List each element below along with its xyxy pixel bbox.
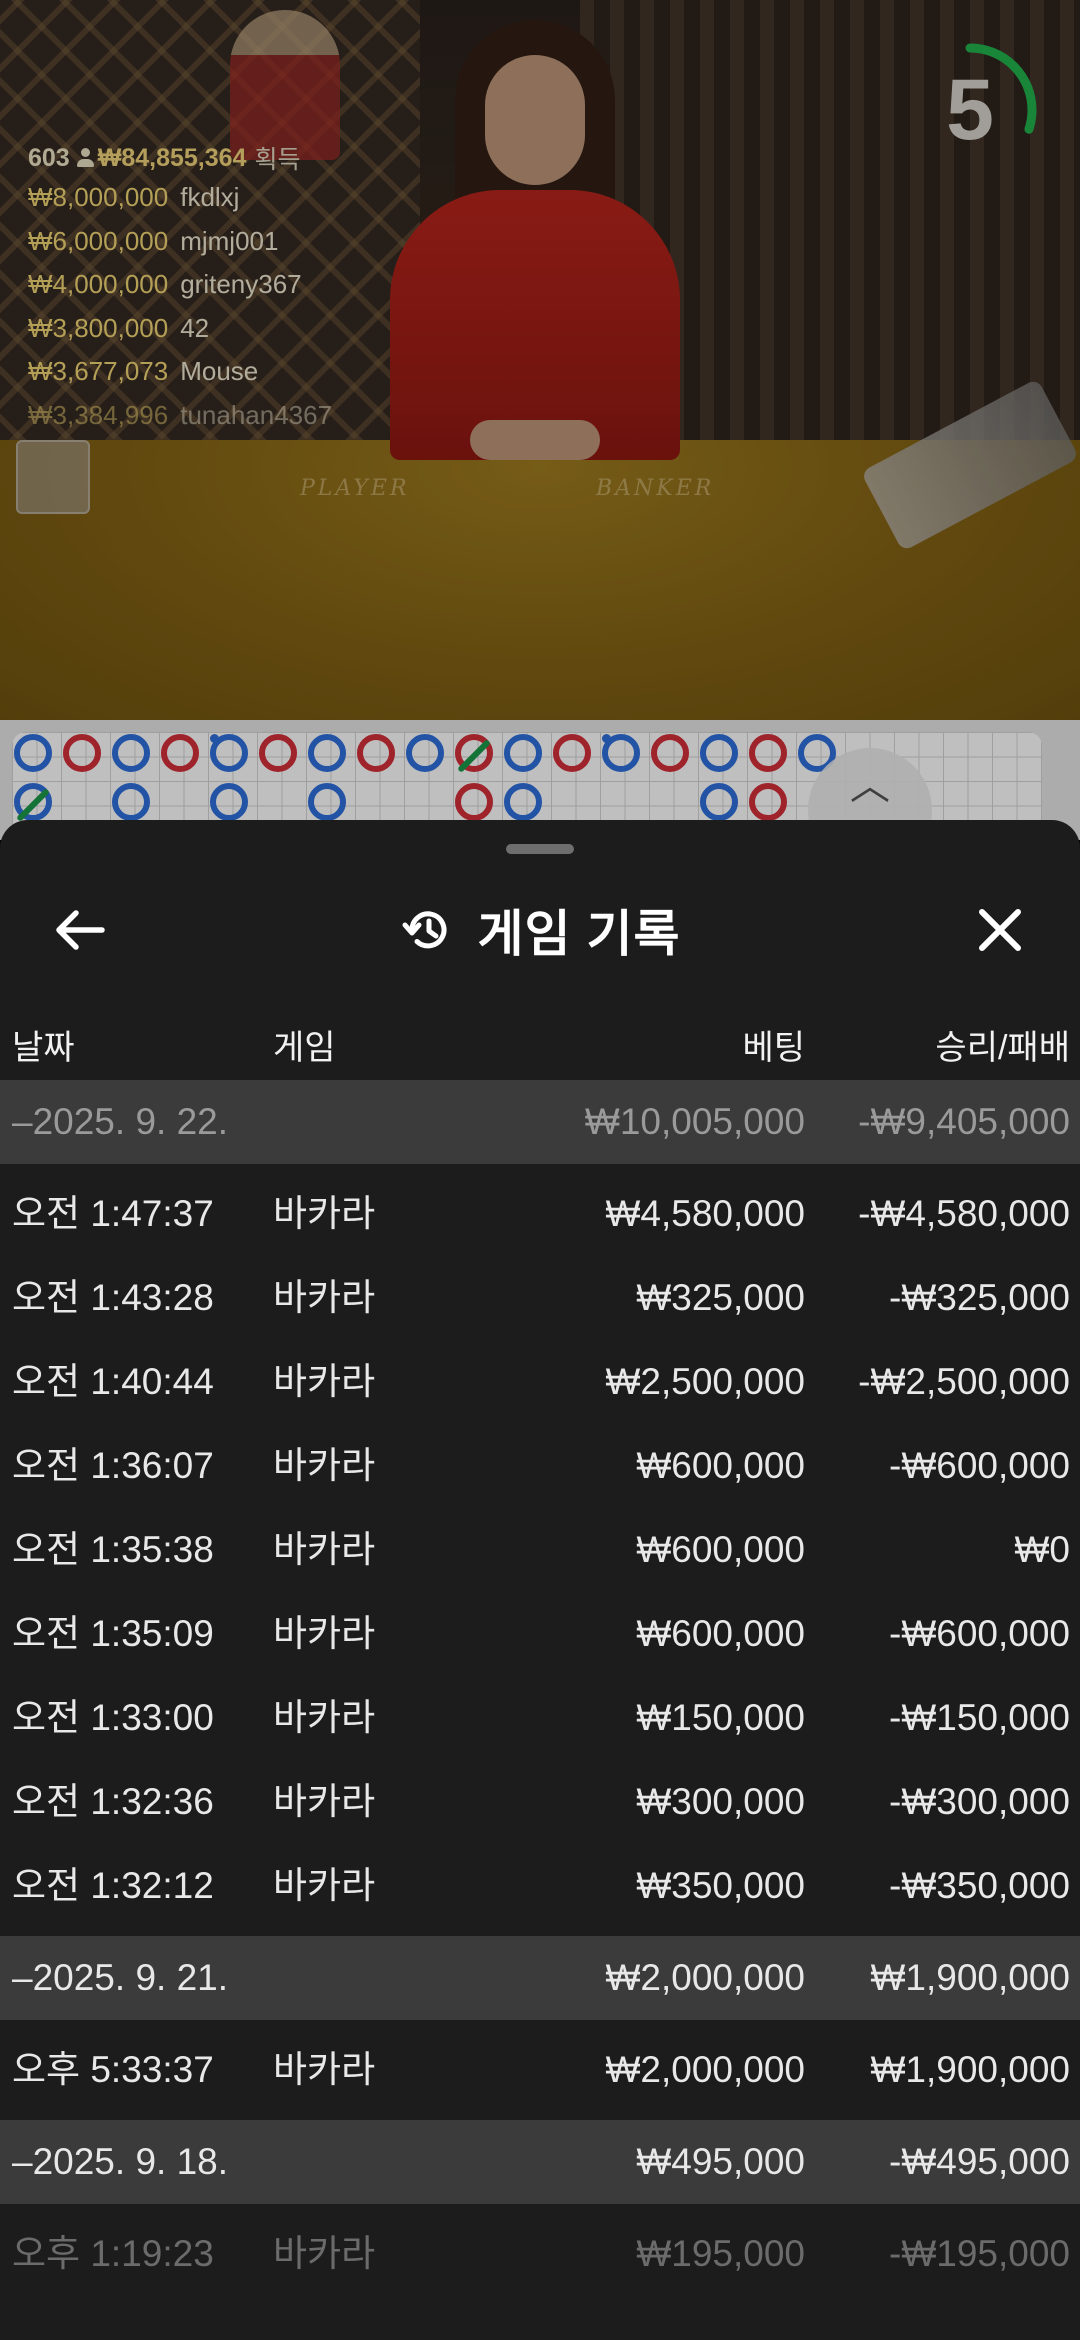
row-time: 오후 1:19:23 bbox=[12, 2233, 214, 2274]
game-history-sheet: 게임 기록 날짜 게임 베팅 승리/패배 –2025. 9. 22. ₩10,0… bbox=[0, 820, 1080, 2340]
table-row[interactable]: 오전 1:43:28 바카라 ₩325,000 -₩325,000 bbox=[0, 1256, 1080, 1340]
row-time: 오전 1:36:07 bbox=[12, 1445, 214, 1486]
table-row[interactable]: 오후 5:33:37 바카라 ₩2,000,000 ₩1,900,000 bbox=[0, 2028, 1080, 2112]
row-time: 오전 1:32:12 bbox=[12, 1865, 214, 1906]
row-result: -₩300,000 bbox=[889, 1781, 1070, 1822]
row-game: 바카라 bbox=[273, 2233, 376, 2274]
row-result: -₩2,500,000 bbox=[858, 1361, 1070, 1402]
row-game: 바카라 bbox=[273, 2049, 376, 2090]
group-date: –2025. 9. 22. bbox=[12, 1101, 229, 1142]
table-row[interactable]: 오전 1:32:12 바카라 ₩350,000 -₩350,000 bbox=[0, 1844, 1080, 1928]
table-header: 날짜 게임 베팅 승리/패배 bbox=[0, 1000, 1080, 1080]
table-row[interactable]: 오전 1:35:09 바카라 ₩600,000 -₩600,000 bbox=[0, 1592, 1080, 1676]
row-result: ₩1,900,000 bbox=[870, 2049, 1070, 2090]
row-bet: ₩350,000 bbox=[636, 1865, 805, 1906]
date-group-row[interactable]: –2025. 9. 18. ₩495,000 -₩495,000 bbox=[0, 2120, 1080, 2204]
row-result: -₩600,000 bbox=[889, 1613, 1070, 1654]
column-bet: 베팅 bbox=[742, 1029, 805, 1067]
column-result: 승리/패배 bbox=[935, 1029, 1070, 1067]
row-time: 오전 1:33:00 bbox=[12, 1697, 214, 1738]
row-bet: ₩150,000 bbox=[636, 1697, 805, 1738]
row-bet: ₩195,000 bbox=[636, 2233, 805, 2274]
row-bet: ₩4,580,000 bbox=[605, 1193, 805, 1234]
row-result: -₩600,000 bbox=[889, 1445, 1070, 1486]
row-bet: ₩600,000 bbox=[636, 1445, 805, 1486]
row-game: 바카라 bbox=[273, 1193, 376, 1234]
sheet-grabber[interactable] bbox=[506, 844, 574, 854]
group-result: -₩9,405,000 bbox=[858, 1101, 1070, 1142]
row-result: ₩0 bbox=[1014, 1529, 1071, 1570]
row-game: 바카라 bbox=[273, 1613, 376, 1654]
row-bet: ₩2,500,000 bbox=[605, 1361, 805, 1402]
table-row[interactable]: 오전 1:36:07 바카라 ₩600,000 -₩600,000 bbox=[0, 1424, 1080, 1508]
group-date: –2025. 9. 18. bbox=[12, 2141, 229, 2182]
row-game: 바카라 bbox=[273, 1277, 376, 1318]
row-game: 바카라 bbox=[273, 1361, 376, 1402]
date-group-row[interactable]: –2025. 9. 21. ₩2,000,000 ₩1,900,000 bbox=[0, 1936, 1080, 2020]
row-game: 바카라 bbox=[273, 1697, 376, 1738]
table-row[interactable]: 오후 1:19:23 바카라 ₩195,000 -₩195,000 bbox=[0, 2212, 1080, 2296]
group-bet: ₩495,000 bbox=[636, 2141, 805, 2182]
sheet-header: 게임 기록 bbox=[0, 880, 1080, 980]
close-button[interactable] bbox=[960, 890, 1040, 970]
group-result: ₩1,900,000 bbox=[870, 1957, 1070, 1998]
row-bet: ₩300,000 bbox=[636, 1781, 805, 1822]
row-result: -₩150,000 bbox=[889, 1697, 1070, 1738]
group-bet: ₩2,000,000 bbox=[605, 1957, 805, 1998]
row-time: 오전 1:43:28 bbox=[12, 1277, 214, 1318]
history-icon bbox=[402, 911, 446, 949]
column-date: 날짜 bbox=[12, 1029, 75, 1067]
row-game: 바카라 bbox=[273, 1865, 376, 1906]
arrow-left-icon bbox=[56, 910, 105, 950]
row-time: 오전 1:47:37 bbox=[12, 1193, 214, 1234]
history-table: –2025. 9. 22. ₩10,005,000 -₩9,405,000 오전… bbox=[0, 1080, 1080, 2296]
table-row[interactable]: 오전 1:47:37 바카라 ₩4,580,000 -₩4,580,000 bbox=[0, 1172, 1080, 1256]
close-icon bbox=[979, 909, 1021, 951]
group-result: -₩495,000 bbox=[889, 2141, 1070, 2182]
column-game: 게임 bbox=[273, 1029, 336, 1067]
row-time: 오전 1:35:09 bbox=[12, 1613, 214, 1654]
row-result: -₩325,000 bbox=[889, 1277, 1070, 1318]
row-result: -₩4,580,000 bbox=[858, 1193, 1070, 1234]
row-time: 오전 1:35:38 bbox=[12, 1529, 214, 1570]
row-result: -₩350,000 bbox=[889, 1865, 1070, 1906]
row-game: 바카라 bbox=[273, 1445, 376, 1486]
table-row[interactable]: 오전 1:33:00 바카라 ₩150,000 -₩150,000 bbox=[0, 1676, 1080, 1760]
row-bet: ₩600,000 bbox=[636, 1529, 805, 1570]
row-game: 바카라 bbox=[273, 1781, 376, 1822]
sheet-title: 게임 기록 bbox=[477, 906, 681, 962]
date-group-row[interactable]: –2025. 9. 22. ₩10,005,000 -₩9,405,000 bbox=[0, 1080, 1080, 1164]
row-game: 바카라 bbox=[273, 1529, 376, 1570]
table-row[interactable]: 오전 1:40:44 바카라 ₩2,500,000 -₩2,500,000 bbox=[0, 1340, 1080, 1424]
group-bet: ₩10,005,000 bbox=[584, 1101, 805, 1142]
row-result: -₩195,000 bbox=[889, 2233, 1070, 2274]
row-bet: ₩2,000,000 bbox=[605, 2049, 805, 2090]
row-time: 오후 5:33:37 bbox=[12, 2049, 214, 2090]
row-time: 오전 1:32:36 bbox=[12, 1781, 214, 1822]
group-date: –2025. 9. 21. bbox=[12, 1957, 229, 1998]
back-button[interactable] bbox=[40, 890, 120, 970]
row-bet: ₩325,000 bbox=[636, 1277, 805, 1318]
table-row[interactable]: 오전 1:32:36 바카라 ₩300,000 -₩300,000 bbox=[0, 1760, 1080, 1844]
row-time: 오전 1:40:44 bbox=[12, 1361, 214, 1402]
table-row[interactable]: 오전 1:35:38 바카라 ₩600,000 ₩0 bbox=[0, 1508, 1080, 1592]
row-bet: ₩600,000 bbox=[636, 1613, 805, 1654]
